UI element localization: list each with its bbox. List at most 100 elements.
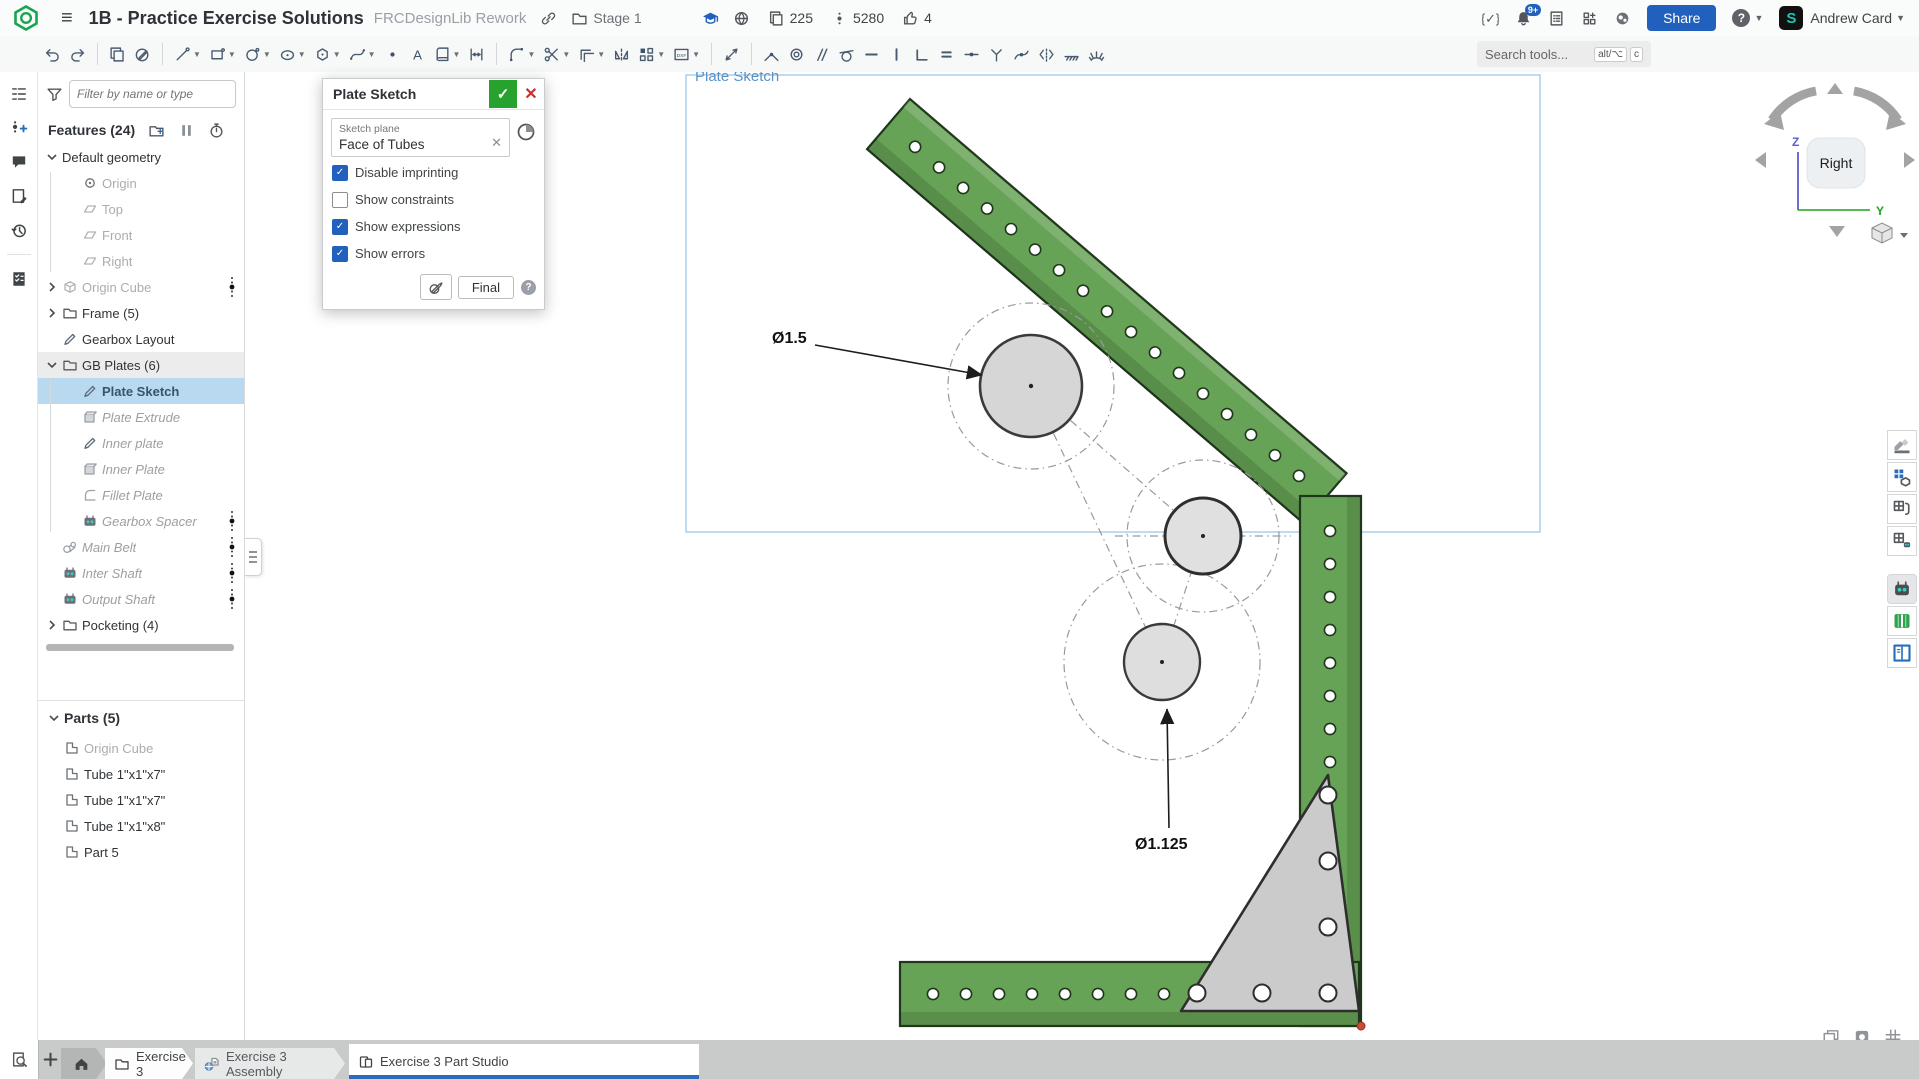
- plate-hole[interactable]: [1320, 853, 1337, 870]
- mirror-tool[interactable]: [609, 43, 634, 66]
- feature-dots-indicator[interactable]: [228, 536, 236, 558]
- dialog-help-icon[interactable]: ?: [521, 280, 536, 295]
- rail-blue-book-button[interactable]: [1887, 638, 1917, 668]
- apps-plus-icon[interactable]: [1581, 10, 1598, 27]
- breadcrumb[interactable]: Stage 1: [593, 10, 641, 26]
- parallel-tool[interactable]: [809, 43, 834, 66]
- chevron-down-icon[interactable]: ▼: [453, 50, 461, 59]
- line-tool[interactable]: ▼: [170, 43, 205, 66]
- rectangle-tool[interactable]: ▼: [205, 43, 240, 66]
- measure-tool[interactable]: [719, 43, 744, 66]
- link-icon[interactable]: [540, 10, 557, 27]
- rail-robot-grid-button[interactable]: [1887, 526, 1917, 556]
- clear-selection-icon[interactable]: ✕: [491, 135, 502, 151]
- feature-dots-indicator[interactable]: [228, 510, 236, 532]
- pulley-lower[interactable]: [1124, 624, 1200, 700]
- cancel-close-button[interactable]: ✕: [518, 80, 544, 108]
- feature-item-plate-extrude[interactable]: Plate Extrude: [38, 404, 244, 430]
- tube-hole[interactable]: [927, 988, 938, 999]
- checkbox-icon[interactable]: ✓: [332, 246, 348, 262]
- part-item-origin-cube[interactable]: Origin Cube: [38, 735, 244, 761]
- home-tab[interactable]: [61, 1048, 107, 1079]
- checkbox-show-errors[interactable]: ✓Show errors: [323, 240, 544, 267]
- panel-flyout-handle[interactable]: [245, 538, 262, 576]
- feature-item-frame-5-[interactable]: Frame (5): [38, 300, 244, 326]
- import-dxf-tool[interactable]: DXF▼: [669, 43, 704, 66]
- tube-hole[interactable]: [1324, 723, 1335, 734]
- polygon-tool[interactable]: ▼: [310, 43, 345, 66]
- curvature-tool[interactable]: [1084, 43, 1109, 66]
- mate-connector-icon[interactable]: [516, 122, 536, 142]
- rail-appearance-button[interactable]: [1887, 430, 1917, 460]
- tube-hole[interactable]: [960, 988, 971, 999]
- feature-item-default-geometry[interactable]: Default geometry: [38, 144, 244, 170]
- feature-item-front[interactable]: Front: [38, 222, 244, 248]
- edit-fillet-tool[interactable]: [130, 43, 155, 66]
- chevron-down-icon[interactable]: ▼: [657, 50, 665, 59]
- tube-hole[interactable]: [1026, 988, 1037, 999]
- circle-tool[interactable]: ▼: [240, 43, 275, 66]
- chevron-down-icon[interactable]: ▼: [692, 50, 700, 59]
- chevron-down-icon[interactable]: [44, 151, 60, 163]
- chevron-down-icon[interactable]: ▼: [298, 50, 306, 59]
- normal-tool[interactable]: [984, 43, 1009, 66]
- feature-item-gb-plates-6-[interactable]: GB Plates (6): [38, 352, 244, 378]
- filter-input[interactable]: [69, 80, 236, 108]
- final-button[interactable]: Final: [458, 276, 514, 299]
- plate-hole[interactable]: [1254, 985, 1271, 1002]
- chevron-down-icon[interactable]: ▼: [263, 50, 271, 59]
- tube-hole[interactable]: [1324, 624, 1335, 635]
- tube-hole[interactable]: [1324, 591, 1335, 602]
- strip-notes-icon[interactable]: [5, 182, 33, 210]
- copies-stat[interactable]: 225: [768, 10, 813, 27]
- likes-stat[interactable]: 4: [902, 10, 932, 27]
- pattern-tool[interactable]: ▼: [634, 43, 669, 66]
- feature-item-fillet-plate[interactable]: Fillet Plate: [38, 482, 244, 508]
- rail-green-book-button[interactable]: [1887, 606, 1917, 636]
- plate-hole[interactable]: [1320, 787, 1337, 804]
- sketch-plane-field[interactable]: Sketch plane Face of Tubes ✕: [331, 118, 510, 157]
- tab-exercise-3[interactable]: Exercise 3: [105, 1048, 193, 1079]
- tube-hole[interactable]: [1324, 525, 1335, 536]
- feature-item-pocketing-4-[interactable]: Pocketing (4): [38, 612, 244, 638]
- coincident-tool[interactable]: [759, 43, 784, 66]
- dimension-2[interactable]: Ø1.125: [1135, 709, 1188, 853]
- head-gear-icon[interactable]: [1614, 10, 1631, 27]
- feature-item-top[interactable]: Top: [38, 196, 244, 222]
- trim-tool[interactable]: ▼: [539, 43, 574, 66]
- tube-hole[interactable]: [1324, 558, 1335, 569]
- dimension-tool[interactable]: [464, 43, 489, 66]
- tube-hole[interactable]: [1324, 690, 1335, 701]
- tube-hole[interactable]: [1158, 988, 1169, 999]
- view-cube[interactable]: Right Z Y: [1750, 78, 1919, 248]
- tube-hole[interactable]: [1125, 988, 1136, 999]
- tree-scrollbar[interactable]: [46, 644, 234, 651]
- part-item-part-5[interactable]: Part 5: [38, 839, 244, 865]
- horizontal-tool[interactable]: [859, 43, 884, 66]
- feature-item-output-shaft[interactable]: Output Shaft: [38, 586, 244, 612]
- main-menu-icon[interactable]: ≡: [61, 8, 73, 28]
- featurescript-icon[interactable]: {✓}: [1482, 10, 1499, 27]
- midpoint-tool[interactable]: [959, 43, 984, 66]
- text-tool[interactable]: A: [405, 43, 430, 66]
- canvas-layers-button[interactable]: [1820, 1026, 1842, 1040]
- feature-dots-indicator[interactable]: [228, 562, 236, 584]
- fix-tool[interactable]: [1059, 43, 1084, 66]
- strip-history-icon[interactable]: [5, 216, 33, 244]
- rail-named-views-button[interactable]: [1887, 462, 1917, 492]
- feature-item-gearbox-spacer[interactable]: Gearbox Spacer: [38, 508, 244, 534]
- chevron-down-icon[interactable]: ▼: [1896, 13, 1905, 23]
- pierce-tool[interactable]: [1009, 43, 1034, 66]
- canvas-grid-button[interactable]: [1882, 1026, 1904, 1040]
- chevron-down-icon[interactable]: ▼: [562, 50, 570, 59]
- tube-hole[interactable]: [1324, 657, 1335, 668]
- part-item-tube-1-x1-x7-[interactable]: Tube 1"x1"x7": [38, 761, 244, 787]
- equal-tool[interactable]: [934, 43, 959, 66]
- checkbox-icon[interactable]: ✓: [332, 165, 348, 181]
- symmetric-tool[interactable]: [1034, 43, 1059, 66]
- feature-item-plate-sketch[interactable]: Plate Sketch: [38, 378, 244, 404]
- canvas-snapshot-button[interactable]: [1851, 1026, 1873, 1040]
- tube-hole[interactable]: [1324, 756, 1335, 767]
- strip-comment-icon[interactable]: [5, 148, 33, 176]
- plate-hole[interactable]: [1189, 985, 1206, 1002]
